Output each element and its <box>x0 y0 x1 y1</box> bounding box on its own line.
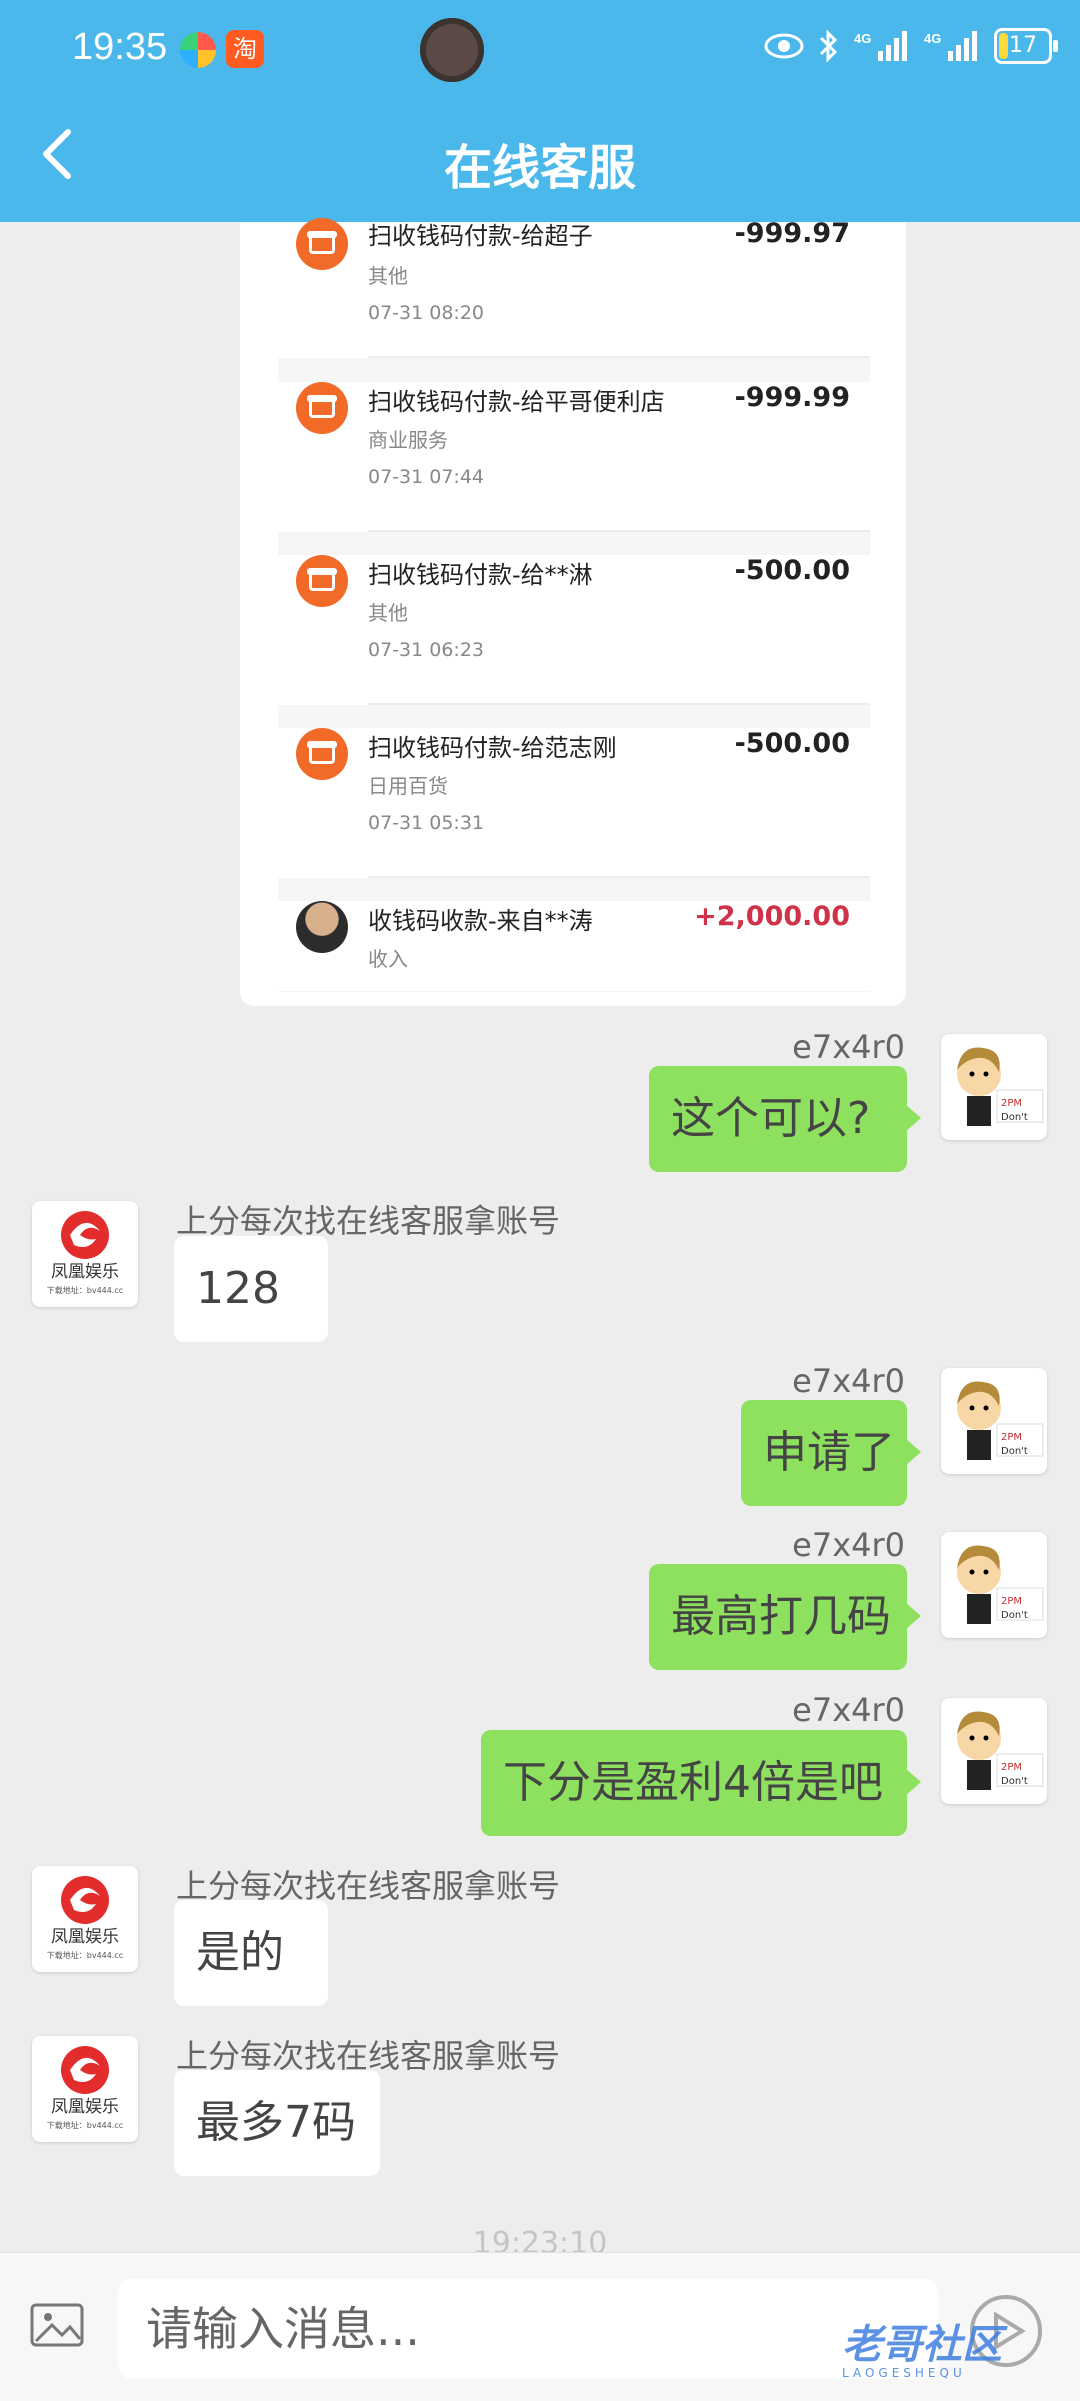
svg-text:4G: 4G <box>924 31 941 46</box>
transaction-time: 07-31 05:31 <box>368 812 485 834</box>
watermark-sub: LAOGESHEQU <box>842 2366 966 2380</box>
svg-text:Don't: Don't <box>1001 1446 1028 1457</box>
store-icon <box>296 555 348 607</box>
transaction-row: 扫收钱码付款-给平哥便利店 商业服务 07-31 07:44 -999.99 <box>278 382 870 532</box>
message-input[interactable] <box>118 2279 938 2379</box>
page-title: 在线客服 <box>443 140 636 196</box>
cs-avatar-name: 凤凰娱乐 <box>51 1927 119 1947</box>
status-icons: 4G 4G 17 <box>764 28 1058 64</box>
cartoon-avatar-icon: 2PM Don't <box>957 1047 1044 1126</box>
store-icon <box>296 382 348 434</box>
signal-4g-icon-2: 4G <box>924 31 977 61</box>
top-bar: 19:35 淘 4G 4G 17 在线客服 <box>0 0 1080 222</box>
svg-text:2PM: 2PM <box>1001 1432 1022 1443</box>
cartoon-avatar-icon: 2PM Don't <box>957 1545 1044 1624</box>
status-time: 19:35 <box>72 26 168 68</box>
transaction-category: 其他 <box>368 601 408 625</box>
payer-avatar <box>296 901 348 953</box>
cs-message-bubble[interactable]: 最多7码 <box>174 2070 380 2176</box>
my-avatar[interactable]: 2PM Don't <box>941 1368 1047 1474</box>
transaction-time: 07-31 08:20 <box>368 302 485 324</box>
cartoon-avatar-icon: 2PM Don't <box>957 1711 1044 1790</box>
transaction-row: 扫收钱码付款-给**淋 其他 07-31 06:23 -500.00 <box>278 555 870 705</box>
divider <box>368 703 870 705</box>
signal-4g-icon: 4G <box>854 31 907 61</box>
cs-avatar-name: 凤凰娱乐 <box>51 1262 119 1282</box>
transaction-category: 其他 <box>368 264 408 288</box>
transaction-amount: -500.00 <box>734 555 850 586</box>
store-icon <box>296 218 348 270</box>
cs-message-bubble[interactable]: 是的 <box>174 1900 328 2006</box>
transaction-amount: +2,000.00 <box>694 901 850 932</box>
my-message-bubble[interactable]: 申请了 <box>741 1400 921 1506</box>
sender-name: e7x4r0 <box>792 1691 905 1729</box>
transaction-title: 扫收钱码付款-给**淋 <box>368 561 593 589</box>
bluetooth-icon <box>819 29 838 63</box>
transaction-title: 扫收钱码付款-给平哥便利店 <box>368 388 665 416</box>
my-message-bubble[interactable]: 最高打几码 <box>649 1564 921 1670</box>
image-icon <box>30 2303 84 2347</box>
transaction-amount: -500.00 <box>734 728 850 759</box>
svg-text:2PM: 2PM <box>1001 1596 1022 1607</box>
battery-icon: 17 <box>994 28 1058 64</box>
transaction-time: 07-31 07:44 <box>368 466 485 488</box>
transaction-row: 扫收钱码付款-给超子 其他 07-31 08:20 -999.97 <box>278 218 870 358</box>
my-avatar[interactable]: 2PM Don't <box>941 1034 1047 1140</box>
phoenix-logo-icon: 凤凰娱乐下载地址：bv444.cc <box>47 2046 123 2130</box>
transaction-category: 收入 <box>368 947 408 971</box>
customer-service-avatar[interactable]: 凤凰娱乐下载地址：bv444.cc <box>32 1201 138 1307</box>
svg-text:4G: 4G <box>854 31 871 46</box>
watermark-text: 老哥社区 <box>842 2322 1002 2368</box>
svg-text:Don't: Don't <box>1001 1610 1028 1621</box>
transaction-title: 扫收钱码付款-给范志刚 <box>368 734 617 762</box>
customer-service-avatar[interactable]: 凤凰娱乐下载地址：bv444.cc <box>32 1866 138 1972</box>
transaction-category: 商业服务 <box>368 428 448 452</box>
svg-text:2PM: 2PM <box>1001 1762 1022 1773</box>
transaction-amount: -999.99 <box>734 382 850 413</box>
customer-service-avatar[interactable]: 凤凰娱乐下载地址：bv444.cc <box>32 2036 138 2142</box>
cs-avatar-name: 凤凰娱乐 <box>51 2097 119 2117</box>
transaction-time: 07-31 06:23 <box>368 639 485 661</box>
cs-avatar-sub: 下载地址：bv444.cc <box>47 1950 123 1960</box>
transaction-row: 扫收钱码付款-给范志刚 日用百货 07-31 05:31 -500.00 <box>278 728 870 878</box>
store-icon <box>296 728 348 780</box>
my-avatar[interactable]: 2PM Don't <box>941 1532 1047 1638</box>
eye-icon <box>764 33 804 59</box>
divider <box>368 356 870 358</box>
transaction-title: 扫收钱码付款-给超子 <box>368 222 593 250</box>
transaction-amount: -999.97 <box>734 218 850 249</box>
svg-text:2PM: 2PM <box>1001 1098 1022 1109</box>
phoenix-logo-icon: 凤凰娱乐下载地址：bv444.cc <box>47 1876 123 1960</box>
sender-name: e7x4r0 <box>792 1028 905 1066</box>
app-notification-icon <box>180 32 216 68</box>
transaction-row: 收钱码收款-来自**涛 收入 +2,000.00 <box>278 901 870 991</box>
watermark-logo: 老哥社区 LAOGESHEQU <box>842 2312 1002 2380</box>
svg-text:Don't: Don't <box>1001 1776 1028 1787</box>
cs-avatar-sub: 下载地址：bv444.cc <box>47 1285 123 1295</box>
taobao-notification-icon: 淘 <box>226 30 264 68</box>
transaction-category: 日用百货 <box>368 774 448 798</box>
cartoon-avatar-icon: 2PM Don't <box>957 1381 1044 1460</box>
my-message-bubble[interactable]: 下分是盈利4倍是吧 <box>481 1730 921 1836</box>
transaction-title: 收钱码收款-来自**涛 <box>368 907 593 935</box>
phoenix-logo-icon: 凤凰娱乐下载地址：bv444.cc <box>47 1211 123 1295</box>
divider <box>368 530 870 532</box>
sender-name: e7x4r0 <box>792 1526 905 1564</box>
image-picker-button[interactable] <box>30 2301 88 2349</box>
cs-message-bubble[interactable]: 128 <box>174 1236 328 1342</box>
battery-level: 17 <box>1009 33 1037 58</box>
sender-name: e7x4r0 <box>792 1362 905 1400</box>
svg-text:Don't: Don't <box>1001 1112 1028 1123</box>
divider <box>368 876 870 878</box>
my-avatar[interactable]: 2PM Don't <box>941 1698 1047 1804</box>
cs-avatar-sub: 下载地址：bv444.cc <box>47 2120 123 2130</box>
floating-avatar-icon[interactable] <box>420 18 484 82</box>
my-message-bubble[interactable]: 这个可以? <box>649 1066 921 1172</box>
